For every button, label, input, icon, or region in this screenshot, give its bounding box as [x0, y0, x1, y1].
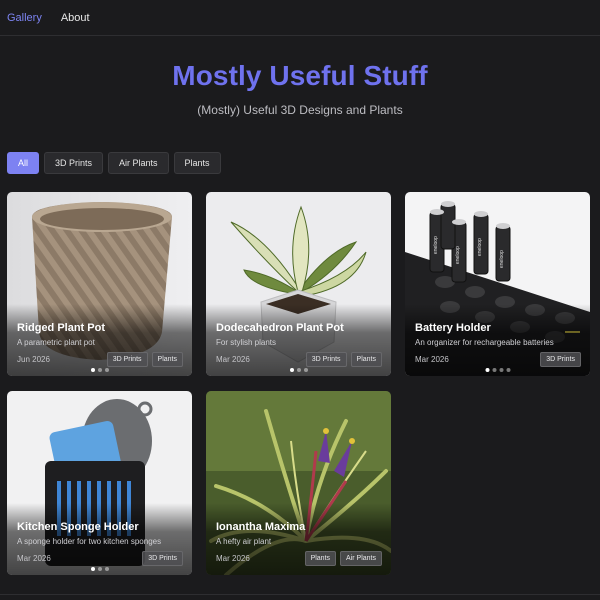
tag-3d-prints[interactable]: 3D Prints [142, 551, 183, 566]
filter-air-plants-button[interactable]: Air Plants [108, 152, 169, 174]
card-date: Jun 2026 [17, 355, 50, 364]
carousel-dot[interactable] [289, 368, 294, 372]
card-title: Ridged Plant Pot [17, 322, 105, 334]
battery-label: eneloop [499, 250, 505, 268]
carousel-dot[interactable] [485, 368, 489, 372]
carousel-dot[interactable] [90, 567, 95, 571]
battery-label: eneloop [433, 236, 439, 254]
card-title: Battery Holder [415, 322, 491, 334]
carousel-dot[interactable] [499, 368, 503, 372]
tag-3d-prints[interactable]: 3D Prints [540, 352, 581, 367]
card-description: A sponge holder for two kitchen sponges [17, 537, 162, 546]
card-description: A parametric plant pot [17, 338, 95, 347]
filter-bar: All 3D Prints Air Plants Plants [7, 152, 221, 174]
filter-plants-button[interactable]: Plants [173, 152, 221, 174]
gallery-card[interactable]: Ridged Plant Pot A parametric plant pot … [7, 192, 192, 376]
card-date: Mar 2026 [216, 554, 250, 563]
tag-3d-prints[interactable]: 3D Prints [305, 352, 347, 367]
card-tags: 3D Prints [540, 352, 581, 367]
page-subtitle: (Mostly) Useful 3D Designs and Plants [197, 103, 403, 117]
tag-air-plants[interactable]: Air Plants [340, 551, 382, 566]
card-tags: 3D Prints Plants [305, 352, 382, 367]
top-nav: Gallery About [0, 0, 600, 36]
nav-gallery-link[interactable]: Gallery [7, 12, 42, 24]
tag-plants[interactable]: Plants [151, 352, 183, 367]
carousel-dot[interactable] [90, 368, 95, 372]
gallery-card[interactable]: Dodecahedron Plant Pot For stylish plant… [206, 192, 391, 376]
carousel-dot[interactable] [506, 368, 510, 372]
carousel-dots [90, 567, 109, 571]
carousel-dots [289, 368, 308, 372]
tag-3d-prints[interactable]: 3D Prints [106, 352, 148, 367]
gallery-card[interactable]: Kitchen Sponge Holder A sponge holder fo… [7, 391, 192, 575]
filter-all-button[interactable]: All [7, 152, 40, 174]
card-title: Ionantha Maxima [216, 521, 306, 533]
carousel-dot[interactable] [97, 368, 102, 372]
carousel-dot[interactable] [104, 368, 109, 372]
carousel-dot[interactable] [97, 567, 102, 571]
card-title: Kitchen Sponge Holder [17, 521, 139, 533]
battery-label: eneloop [455, 246, 461, 264]
filter-3d-prints-button[interactable]: 3D Prints [44, 152, 104, 174]
card-date: Mar 2026 [415, 355, 449, 364]
card-tags: 3D Prints [142, 551, 183, 566]
card-description: For stylish plants [216, 338, 277, 347]
tag-plants[interactable]: Plants [350, 352, 382, 367]
gallery-card[interactable]: eneloop eneloop eneloop eneloop Battery … [405, 192, 590, 376]
gallery-card[interactable]: Ionantha Maxima A hefty air plant Mar 20… [206, 391, 391, 575]
tag-plants[interactable]: Plants [304, 551, 337, 566]
hero: Mostly Useful Stuff (Mostly) Useful 3D D… [0, 60, 600, 117]
card-date: Mar 2026 [216, 355, 250, 364]
carousel-dots [90, 368, 109, 372]
battery-label: eneloop [477, 238, 483, 256]
carousel-dot[interactable] [303, 368, 308, 372]
nav-about-link[interactable]: About [61, 12, 90, 24]
carousel-dot[interactable] [104, 567, 109, 571]
card-description: A hefty air plant [216, 537, 272, 546]
carousel-dots [485, 368, 510, 372]
card-description: An organizer for rechargeable batteries [415, 338, 554, 347]
carousel-dot[interactable] [492, 368, 496, 372]
card-tags: Plants Air Plants [304, 551, 382, 566]
carousel-dot[interactable] [296, 368, 301, 372]
card-date: Mar 2026 [17, 554, 51, 563]
card-tags: 3D Prints Plants [106, 352, 183, 367]
card-title: Dodecahedron Plant Pot [216, 322, 344, 334]
footer-divider [0, 594, 600, 595]
page-title: Mostly Useful Stuff [172, 60, 428, 91]
